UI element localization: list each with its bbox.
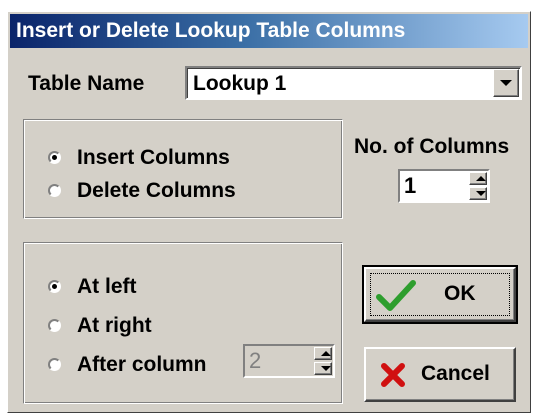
after-column-spinner[interactable]: 2 bbox=[243, 344, 335, 378]
ok-label: OK bbox=[444, 282, 476, 305]
columns-count-spinner[interactable]: 1 bbox=[398, 169, 490, 203]
radio-label: At left bbox=[77, 275, 137, 298]
arrow-up-icon bbox=[321, 351, 331, 356]
radio-selected-dot bbox=[52, 155, 57, 160]
chevron-down-icon bbox=[500, 80, 512, 86]
radio-label: At right bbox=[77, 314, 152, 337]
radio-label: Delete Columns bbox=[77, 179, 236, 202]
title-bar: Insert or Delete Lookup Table Columns bbox=[10, 14, 528, 48]
radio-selected-dot bbox=[52, 284, 57, 289]
radio-button[interactable] bbox=[48, 184, 61, 197]
radio-button[interactable] bbox=[48, 358, 61, 371]
columns-count-value: 1 bbox=[404, 173, 417, 198]
checkmark-icon bbox=[376, 280, 416, 311]
radio-label: Insert Columns bbox=[77, 146, 230, 169]
dialog-window: Insert or Delete Lookup Table Columns Ta… bbox=[7, 11, 531, 413]
spin-down-button[interactable] bbox=[469, 187, 487, 200]
position-group: At left At right After column 2 bbox=[23, 242, 343, 404]
window-title: Insert or Delete Lookup Table Columns bbox=[16, 19, 406, 42]
radio-button[interactable] bbox=[48, 319, 61, 332]
columns-count-label: No. of Columns bbox=[354, 135, 510, 158]
radio-label: After column bbox=[77, 353, 207, 376]
radio-button[interactable] bbox=[48, 280, 61, 293]
arrow-up-icon bbox=[476, 176, 486, 181]
spin-down-button[interactable] bbox=[314, 362, 332, 375]
dropdown-button[interactable] bbox=[493, 69, 519, 97]
table-name-label: Table Name bbox=[28, 72, 145, 95]
ok-button[interactable]: OK bbox=[362, 265, 518, 324]
cancel-label: Cancel bbox=[421, 362, 490, 385]
cancel-button[interactable]: Cancel bbox=[364, 347, 516, 402]
radio-button[interactable] bbox=[48, 151, 61, 164]
arrow-down-icon bbox=[476, 191, 486, 196]
spin-up-button[interactable] bbox=[469, 172, 487, 185]
arrow-down-icon bbox=[321, 366, 331, 371]
spin-up-button[interactable] bbox=[314, 347, 332, 360]
after-column-value: 2 bbox=[249, 348, 262, 373]
x-icon bbox=[381, 363, 405, 387]
table-name-combo[interactable]: Lookup 1 bbox=[185, 66, 522, 100]
table-name-value: Lookup 1 bbox=[193, 72, 287, 95]
operation-group: Insert Columns Delete Columns bbox=[23, 119, 343, 219]
